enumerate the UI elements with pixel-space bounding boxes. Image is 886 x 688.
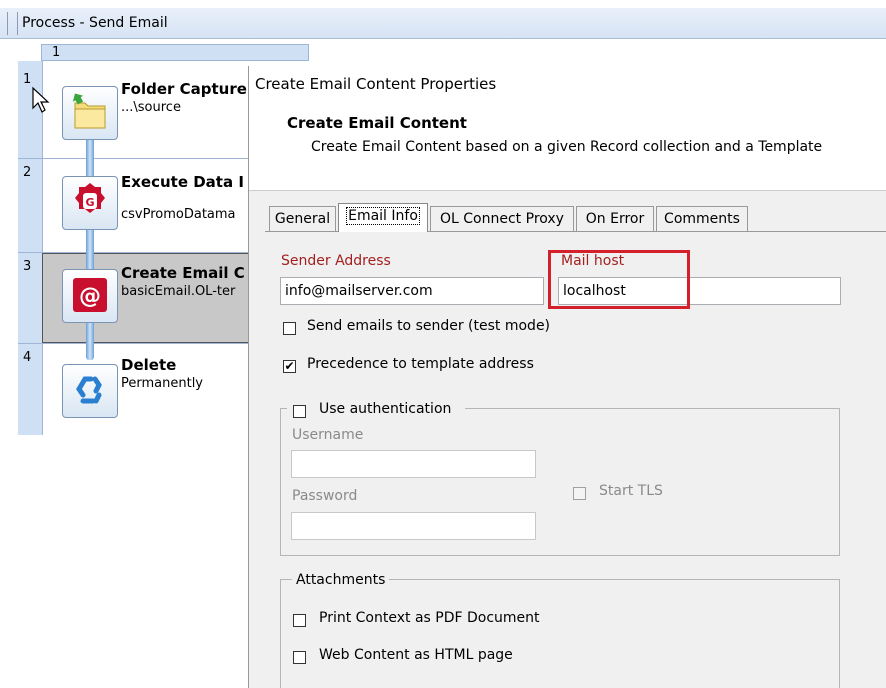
tab-on-error[interactable]: On Error <box>576 206 654 231</box>
web-html-label: Web Content as HTML page <box>319 647 513 663</box>
properties-dialog: Create Email Content Properties Create E… <box>248 66 886 688</box>
process-title: Process - Send Email <box>22 15 168 31</box>
tab-general[interactable]: General <box>269 206 336 231</box>
attachments-legend: Attachments <box>292 572 390 588</box>
svg-text:G: G <box>85 196 94 209</box>
start-tls-checkbox[interactable] <box>573 487 586 500</box>
folder-capture-icon[interactable] <box>62 86 118 140</box>
use-authentication-label: Use authentication <box>319 401 452 417</box>
task-title: Delete <box>121 356 177 374</box>
print-pdf-checkbox[interactable] <box>293 614 306 627</box>
password-input[interactable] <box>291 512 536 540</box>
use-authentication-checkbox[interactable] <box>293 405 306 418</box>
task-title: Create Email C <box>121 264 245 282</box>
web-html-checkbox[interactable] <box>293 651 306 664</box>
row-number: 3 <box>23 259 32 274</box>
dialog-description: Create Email Content based on a given Re… <box>311 139 823 155</box>
password-label: Password <box>292 488 358 504</box>
task-title: Folder Capture <box>121 80 247 98</box>
row-gutter <box>18 61 43 435</box>
sender-address-label: Sender Address <box>281 253 391 269</box>
dialog-heading: Create Email Content <box>287 114 467 132</box>
task-subtitle: Permanently <box>121 376 203 391</box>
username-label: Username <box>292 427 364 443</box>
execute-data-mapping-icon[interactable]: G <box>62 176 118 230</box>
dialog-window-title: Create Email Content Properties <box>255 75 497 93</box>
attachments-group <box>280 579 840 688</box>
row-number: 2 <box>23 165 32 180</box>
column-header-label: 1 <box>52 45 61 60</box>
start-tls-label: Start TLS <box>599 483 663 499</box>
tab-email-info[interactable]: Email Info <box>338 203 428 232</box>
task-subtitle: basicEmail.OL-ter <box>121 284 236 299</box>
titlebar-separator <box>17 12 18 35</box>
task-subtitle: ...\source <box>121 100 181 115</box>
row-divider <box>18 252 250 253</box>
row-divider <box>18 158 250 159</box>
print-pdf-label: Print Context as PDF Document <box>319 610 540 626</box>
send-to-sender-label: Send emails to sender (test mode) <box>307 318 551 334</box>
mail-host-highlight-box <box>548 250 690 309</box>
task-title: Execute Data I <box>121 173 244 191</box>
titlebar-separator <box>4 12 8 35</box>
task-connector <box>86 130 94 360</box>
create-email-icon[interactable]: @ <box>62 269 118 323</box>
row-divider <box>18 343 250 344</box>
tab-comments[interactable]: Comments <box>656 206 748 231</box>
column-header[interactable] <box>41 44 309 61</box>
recycle-icon[interactable] <box>62 364 118 418</box>
sender-address-input[interactable]: info@mailserver.com <box>280 277 544 305</box>
tab-ol-connect-proxy[interactable]: OL Connect Proxy <box>430 206 574 231</box>
mouse-cursor-icon <box>32 86 50 113</box>
row-number: 4 <box>23 350 32 365</box>
send-to-sender-checkbox[interactable] <box>283 322 296 335</box>
username-input[interactable] <box>291 450 536 478</box>
precedence-checkbox[interactable]: ✔ <box>283 360 296 373</box>
task-subtitle: csvPromoDatama <box>121 207 236 222</box>
row-number: 1 <box>23 72 32 87</box>
svg-text:@: @ <box>79 284 101 309</box>
precedence-label: Precedence to template address <box>307 356 534 372</box>
